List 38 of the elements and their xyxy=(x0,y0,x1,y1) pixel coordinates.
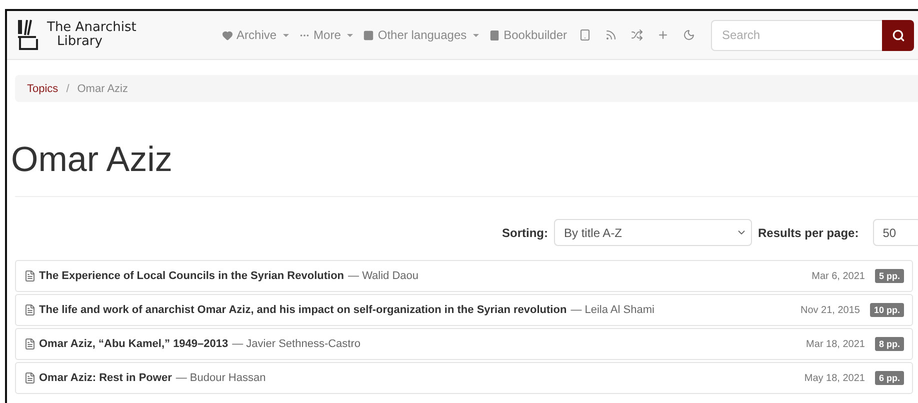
text-title-link[interactable]: Omar Aziz, “Abu Kamel,” 1949–2013 xyxy=(24,338,228,350)
site-title[interactable]: The Anarchist Library xyxy=(47,21,136,49)
heart-icon xyxy=(222,30,233,40)
author-name: — Budour Hassan xyxy=(176,372,266,384)
shuffle-icon[interactable] xyxy=(629,29,645,41)
page-count: 10 pp. xyxy=(870,303,904,317)
author-name: — Leila Al Shami xyxy=(570,304,654,316)
breadcrumb-separator: / xyxy=(66,82,70,94)
document-icon xyxy=(24,304,36,316)
sorting-select[interactable]: By title A-Z xyxy=(554,219,752,246)
page-count: 6 pp. xyxy=(874,371,904,385)
per-page-select[interactable]: 50 xyxy=(872,219,918,246)
page-title: Omar Aziz xyxy=(11,139,174,181)
document-icon xyxy=(24,270,36,282)
caret-icon xyxy=(472,34,479,36)
document-icon xyxy=(24,372,36,384)
search-field[interactable]: Search xyxy=(711,20,882,50)
caret-icon xyxy=(282,34,289,36)
breadcrumb-link[interactable]: Topics xyxy=(27,82,58,94)
publish-date: Mar 18, 2021 xyxy=(806,338,865,350)
page-count: 5 pp. xyxy=(874,269,904,283)
publish-date: May 18, 2021 xyxy=(804,372,865,384)
logo-icon xyxy=(15,19,41,51)
moon-icon[interactable] xyxy=(681,29,697,41)
document-icon xyxy=(24,338,36,350)
sorting-label: Sorting: xyxy=(502,226,548,240)
caret-icon xyxy=(346,34,353,36)
publish-date: Nov 21, 2015 xyxy=(800,304,860,316)
text-title-link[interactable]: The Experience of Local Councils in the Syrian Revolution xyxy=(24,270,344,282)
text-title-link[interactable]: Omar Aziz: Rest in Power xyxy=(24,372,172,384)
search-icon xyxy=(892,28,904,42)
text-title-link[interactable]: The life and work of anarchist Omar Aziz, and his impact on self-organization in the Syrian revolution xyxy=(24,304,567,316)
per-page-label: Results per page: xyxy=(758,226,859,240)
author-name: — Walid Daou xyxy=(348,270,419,282)
publish-date: Mar 6, 2021 xyxy=(812,270,865,282)
author-name: — Javier Sethness-Castro xyxy=(232,338,361,350)
search-button[interactable] xyxy=(882,20,914,50)
page-count: 8 pp. xyxy=(874,337,904,351)
